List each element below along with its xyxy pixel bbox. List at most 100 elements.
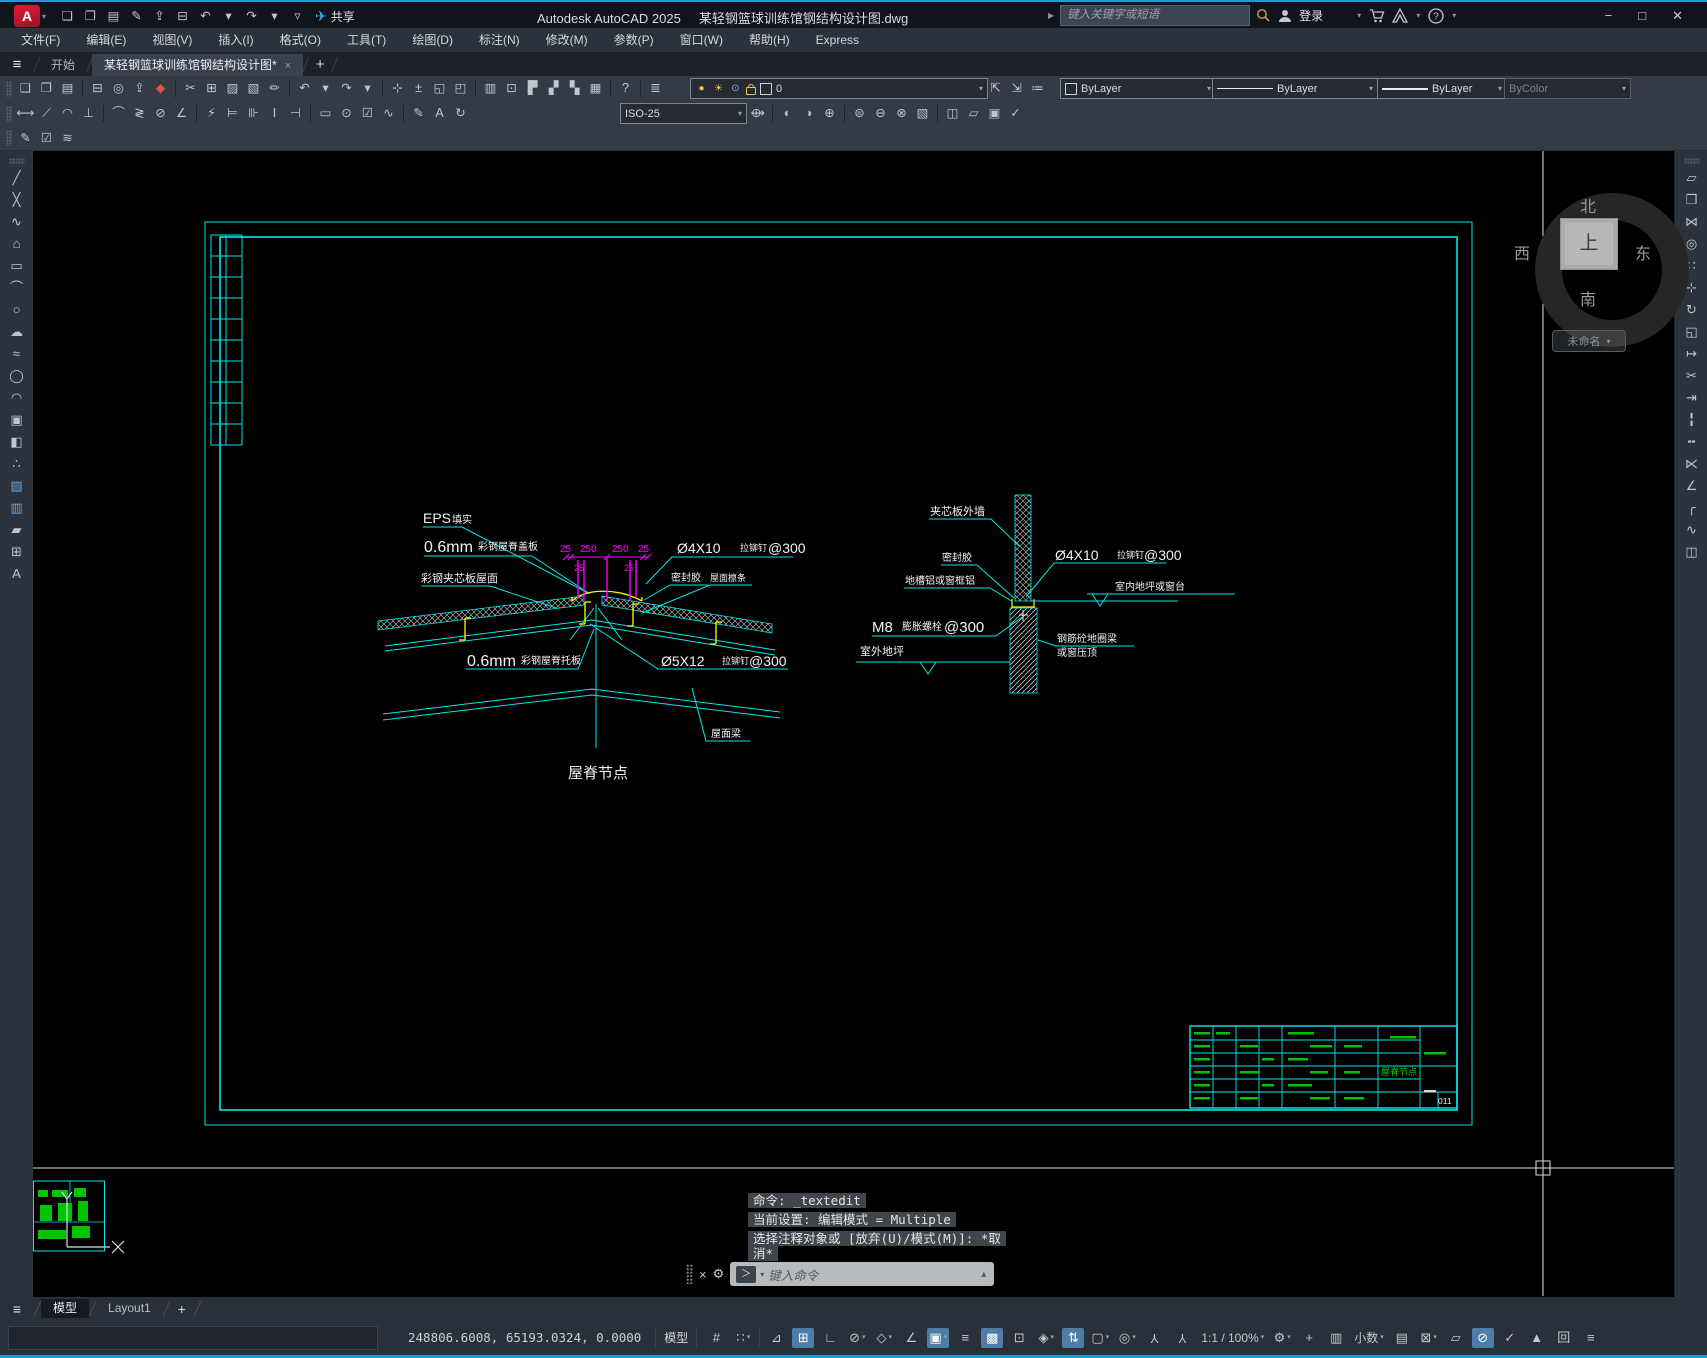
- linetype-combo[interactable]: ByLayer ▾: [1212, 78, 1378, 99]
- tab-close-icon[interactable]: ×: [285, 60, 291, 72]
- command-expand-icon[interactable]: ▲: [979, 1269, 988, 1279]
- new-tab-button[interactable]: +: [308, 54, 332, 76]
- help-icon[interactable]: ?: [616, 79, 635, 98]
- status-annotation-autoscale[interactable]: Y: [1171, 1328, 1194, 1348]
- autodesk-apps-icon[interactable]: [1392, 8, 1409, 23]
- status-ortho-mode[interactable]: ∟: [819, 1328, 841, 1348]
- window-close-button[interactable]: ✕: [1672, 8, 1683, 24]
- menu-帮助[interactable]: 帮助(H): [736, 28, 803, 52]
- scale-icon[interactable]: ◱: [1682, 324, 1701, 339]
- check-icon[interactable]: ✓: [1006, 104, 1025, 123]
- menu-工具[interactable]: 工具(T): [334, 28, 399, 52]
- new-layout-button[interactable]: +: [170, 1301, 194, 1317]
- command-grip[interactable]: [686, 1264, 693, 1284]
- insert-block-icon[interactable]: ▣: [7, 412, 26, 427]
- tolerance-icon[interactable]: ▭: [316, 104, 335, 123]
- model-space-button[interactable]: 模型: [655, 1326, 698, 1349]
- command-prompt-dropdown-icon[interactable]: ▾: [760, 1270, 764, 1279]
- status-selection-cycling[interactable]: ⊡: [1008, 1328, 1030, 1348]
- status-dynamic-input[interactable]: ⊞: [792, 1327, 815, 1348]
- extrude-icon[interactable]: ▧: [913, 104, 932, 123]
- command-settings-icon[interactable]: ⚙: [713, 1266, 725, 1282]
- menu-插入[interactable]: 插入(I): [205, 28, 266, 52]
- erase-icon[interactable]: ▱: [1682, 170, 1701, 185]
- menu-文件[interactable]: 文件(F): [8, 28, 73, 52]
- save-as-icon[interactable]: ✎: [127, 7, 146, 26]
- gradient-icon[interactable]: ▥: [7, 500, 26, 515]
- menu-格式[interactable]: 格式(O): [267, 28, 334, 52]
- dim-ordinate-icon[interactable]: ⊥: [79, 104, 98, 123]
- array-icon[interactable]: ∷: [1682, 258, 1701, 273]
- status-isolate-objects[interactable]: ▱: [1445, 1328, 1467, 1348]
- help-dropdown-icon[interactable]: ▾: [1452, 11, 1456, 20]
- app-menu-dropdown-icon[interactable]: ▾: [42, 12, 46, 21]
- offset-icon[interactable]: ◎: [1682, 236, 1701, 251]
- zoom-previous-icon[interactable]: ◰: [451, 79, 470, 98]
- tab-layout1[interactable]: Layout1: [96, 1299, 163, 1318]
- status-snap-mode[interactable]: ∷ ▾: [732, 1328, 754, 1348]
- publish-icon[interactable]: ⇪: [150, 7, 169, 26]
- dim-aligned-icon[interactable]: ⟋: [37, 104, 56, 123]
- dim-spacing-icon[interactable]: Ⅰ: [265, 104, 284, 123]
- undo-dropdown-icon[interactable]: ▾: [219, 7, 238, 26]
- status-clean-screen[interactable]: 回: [1553, 1328, 1575, 1348]
- copy-clip-icon[interactable]: ⊞: [202, 79, 221, 98]
- status-lineweight-display[interactable]: ≡: [954, 1328, 976, 1348]
- menu-标注[interactable]: 标注(N): [466, 28, 533, 52]
- open-file-icon[interactable]: ❐: [81, 7, 100, 26]
- status-graphics-performance[interactable]: ⊘: [1471, 1327, 1494, 1348]
- lineweight-combo[interactable]: ByLayer ▾: [1377, 78, 1507, 99]
- fillet-icon[interactable]: ╭: [1682, 500, 1701, 515]
- polygon-icon[interactable]: ⌂: [7, 236, 26, 251]
- dim-text-edit-icon[interactable]: A: [430, 104, 449, 123]
- help-icon[interactable]: ?: [1428, 7, 1444, 24]
- copy-icon[interactable]: ❒: [1682, 192, 1701, 207]
- layer-combo[interactable]: ● ☀ ⊙ 0 ▾: [690, 78, 988, 99]
- status-3d-object-snap[interactable]: ◈ ▾: [1035, 1328, 1057, 1348]
- 3d-align-icon[interactable]: ▣: [985, 104, 1004, 123]
- status-osnap-tracking[interactable]: ∠: [900, 1328, 922, 1348]
- undo-icon[interactable]: ↶: [196, 7, 215, 26]
- cart-icon[interactable]: [1369, 8, 1386, 24]
- rotate-icon[interactable]: ↻: [1682, 302, 1701, 317]
- circle-icon[interactable]: ○: [7, 302, 26, 317]
- status-infer-constraints[interactable]: ⊿: [765, 1328, 787, 1348]
- redo-dropdown-icon[interactable]: ▾: [358, 79, 377, 98]
- dim-quick-icon[interactable]: ⚡: [202, 104, 221, 123]
- hatch-icon[interactable]: ▨: [7, 478, 26, 493]
- search-icon[interactable]: [1256, 8, 1271, 23]
- 3d-move-icon[interactable]: ◫: [943, 104, 962, 123]
- tab-document[interactable]: 某轻钢篮球训练馆钢结构设计图* ×: [92, 54, 304, 76]
- plot-icon[interactable]: ⊟: [88, 79, 107, 98]
- export-dwf-icon[interactable]: ◆: [151, 79, 170, 98]
- plot-preview-icon[interactable]: ◎: [109, 79, 128, 98]
- dim-break-icon[interactable]: ⊣: [286, 104, 305, 123]
- draworder-back-icon[interactable]: ◑: [799, 104, 818, 123]
- tab-start[interactable]: 开始: [39, 54, 87, 76]
- menu-绘图[interactable]: 绘图(D): [399, 28, 466, 52]
- dim-radius-icon[interactable]: ⌒: [109, 104, 128, 123]
- extend-icon[interactable]: ⇥: [1682, 390, 1701, 405]
- subtract-icon[interactable]: ⊖: [871, 104, 890, 123]
- join-icon[interactable]: ⋉: [1682, 456, 1701, 471]
- mirror-icon[interactable]: ⋈: [1682, 214, 1701, 229]
- zoom-window-icon[interactable]: ◱: [430, 79, 449, 98]
- ellipse-arc-icon[interactable]: ◠: [7, 390, 26, 405]
- break-icon[interactable]: ╍: [1682, 434, 1701, 449]
- dim-continue-icon[interactable]: ⊪: [244, 104, 263, 123]
- share-button[interactable]: ✈ 共享: [315, 8, 355, 25]
- make-object-layer-current-icon[interactable]: ⇱: [986, 79, 1005, 98]
- trim-icon[interactable]: ✂: [1682, 368, 1701, 383]
- quick-calc-icon[interactable]: ▦: [586, 79, 605, 98]
- properties-palette-icon[interactable]: ▥: [481, 79, 500, 98]
- break-at-point-icon[interactable]: ╏: [1682, 412, 1701, 427]
- layer-dropdown-icon[interactable]: ▾: [979, 84, 983, 93]
- dim-diameter-icon[interactable]: ⊘: [151, 104, 170, 123]
- new-file-icon[interactable]: ❏: [16, 79, 35, 98]
- drawing-canvas[interactable]: [33, 151, 1674, 1297]
- menu-编辑[interactable]: 编辑(E): [73, 28, 139, 52]
- rectangle-icon[interactable]: ▭: [7, 258, 26, 273]
- apps-dropdown-icon[interactable]: ▾: [1416, 11, 1420, 20]
- status-gizmo[interactable]: ◎ ▾: [1116, 1328, 1138, 1348]
- status-polar-tracking[interactable]: ⊘ ▾: [846, 1328, 868, 1348]
